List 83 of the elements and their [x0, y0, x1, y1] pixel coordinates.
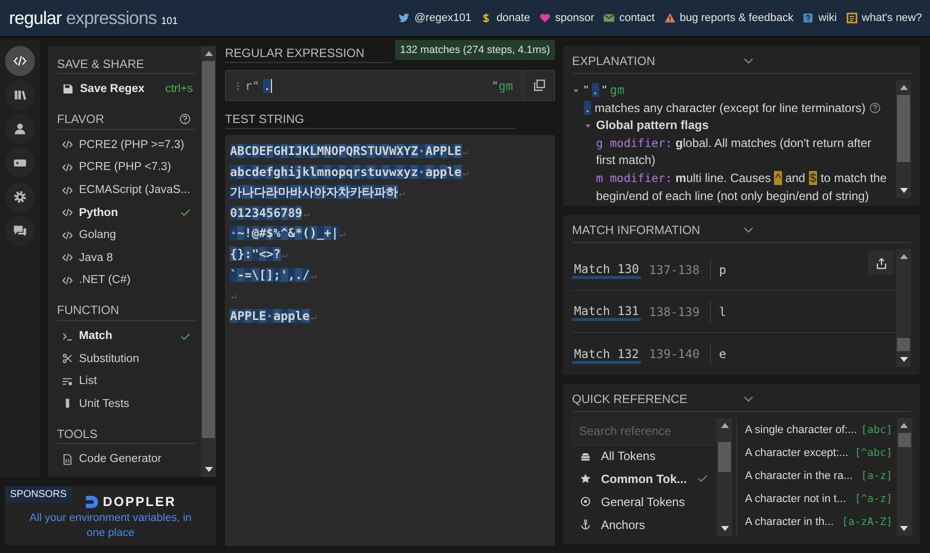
header-link[interactable]: @regex101 [414, 12, 472, 24]
sidebar-item[interactable]: Golang [57, 224, 197, 247]
line-break-mark: ↵ [310, 270, 317, 282]
reference-entry[interactable]: A character in th... [745, 516, 834, 528]
sidebar-item[interactable]: PCRE (PHP <7.3) [57, 156, 197, 179]
sidebar-item[interactable]: Substitution [57, 347, 197, 370]
category-item[interactable]: All Tokens [572, 444, 717, 468]
test-string-line: APPLE apple [230, 308, 310, 323]
category-item[interactable]: Common Tok... [572, 468, 717, 490]
test-string-line: {}:"<>? [230, 246, 281, 261]
flag-explanation: g modifier: global. All matches (don't return after first match) [595, 134, 872, 170]
sidebar-item[interactable]: List [57, 370, 197, 393]
match-range: 137-138 [649, 258, 711, 280]
category-item[interactable]: General Tokens [572, 490, 717, 514]
match-label[interactable]: Match 130 [572, 260, 641, 279]
token-example: [a-zA-Z] [842, 516, 892, 528]
match-range: 138-139 [649, 300, 711, 322]
search-field[interactable]: Search reference [572, 418, 717, 445]
header-link[interactable]: sponsor [555, 12, 594, 24]
section-title: TOOLS [57, 426, 98, 441]
sidebar-item[interactable]: .NET (C#) [57, 269, 197, 292]
site-logo[interactable]: regular expressions 101 [9, 8, 390, 28]
sidebar-item[interactable]: Unit Tests [57, 392, 197, 416]
match-label[interactable]: Match 132 [572, 344, 641, 364]
section-title: SAVE & SHARE [57, 56, 146, 70]
header-link[interactable]: wiki [818, 12, 837, 24]
match-count-badge: 132 matches (274 steps, 4.1ms) [395, 40, 555, 60]
panel-title: QUICK REFERENCE [572, 392, 688, 406]
line-break-mark: ↵ [310, 312, 317, 323]
test-string-area[interactable]: ABCDEFGHIJKLMNOPQRSTUVWXYZ APPLE↵ abcdefghijklmnopqrstuvwxyz apple↵ 가나다라마바사아자차카타파하↵ 0123456789↵ ~!@#$%^&*()_+|↵ {}:"<>?↵ `-=\[];',./↵ ↵ APPLE apple↵ [225, 135, 555, 546]
group-title: Global pattern flags [596, 117, 709, 134]
token-example: [^abc] [854, 446, 892, 458]
line-break-mark: ↵ [462, 147, 469, 158]
test-string-line: abcdefghijklmnopqrstuvwxyz apple [230, 164, 462, 179]
token-example: [a-z] [860, 470, 892, 482]
token-explanation: . matches any character (except for line terminators) [584, 100, 866, 117]
header-link[interactable]: contact [619, 12, 655, 24]
reference-entry[interactable]: A character except:... [745, 446, 848, 458]
sidebar-item[interactable]: Python [57, 201, 197, 224]
line-break-mark: ↵ [398, 188, 406, 200]
reference-entry[interactable]: A single character of:... [745, 424, 857, 436]
regex-field[interactable]: r" . "gm [225, 70, 555, 101]
line-break-mark: ↵ [302, 208, 310, 220]
match-range: 139-140 [649, 343, 711, 365]
token-example: [^a-z] [854, 492, 892, 504]
match-value: e [719, 347, 726, 361]
reference-entry[interactable]: A character in the ra... [745, 470, 853, 482]
line-break-mark: ↵ [462, 168, 469, 179]
test-string-line: 가나다라마바사아자차카타파하 [230, 185, 398, 200]
sidebar-item[interactable]: Code Generator [57, 448, 197, 471]
match-value: l [719, 304, 726, 318]
section-title: REGULAR EXPRESSION [225, 46, 366, 60]
category-item[interactable]: Anchors [572, 513, 717, 536]
header-link[interactable]: donate [496, 12, 530, 24]
sidebar-item[interactable]: PCRE2 (PHP >=7.3) [57, 134, 197, 156]
test-string-line: 0123456789 [230, 206, 302, 220]
section-title: FUNCTION [57, 303, 120, 318]
sidebar-item[interactable]: Save Regex ctrl+s [57, 78, 197, 101]
token-example: [abc] [860, 424, 892, 436]
section-title: FLAVOR [57, 112, 106, 126]
test-string-line: ~!@#$%^&*()_+| [230, 226, 339, 240]
shortcut-hint: ctrl+s [165, 83, 193, 96]
section-title: TEST STRING [225, 112, 306, 126]
panel-title: EXPLANATION [572, 54, 656, 68]
match-value: p [719, 262, 726, 276]
test-string-line: ABCDEFGHIJKLMNOPQRSTUVWXYZ APPLE [230, 144, 462, 158]
line-break-mark: ↵ [280, 250, 288, 261]
brand-name[interactable]: DOPPLER [102, 494, 176, 509]
sidebar-item[interactable]: ECMAScript (JavaS... [57, 178, 197, 202]
reference-entry[interactable]: A character not in t... [745, 492, 846, 504]
sidebar-item[interactable]: Java 8 [57, 246, 197, 270]
header-link[interactable]: bug reports & feedback [680, 12, 794, 24]
match-label[interactable]: Match 131 [572, 302, 641, 321]
line-break-mark: ↵ [338, 229, 346, 240]
line-break-mark: ↵ [230, 291, 238, 302]
sponsors-label: SPONSORS [5, 486, 72, 503]
flag-explanation: m modifier: multi line. Causes ^ and $ to match the begin/end of each line (not only begin/end of string) [595, 170, 888, 205]
header-link[interactable]: what's new? [862, 12, 922, 24]
sidebar-item[interactable]: Match [57, 324, 197, 348]
test-string-line: `-=\[];',./ [230, 268, 310, 282]
sponsor-tagline[interactable]: All your environment variables, in one place [23, 511, 198, 541]
regex-summary: " . " gm [584, 82, 624, 99]
panel-title: MATCH INFORMATION [572, 222, 702, 236]
